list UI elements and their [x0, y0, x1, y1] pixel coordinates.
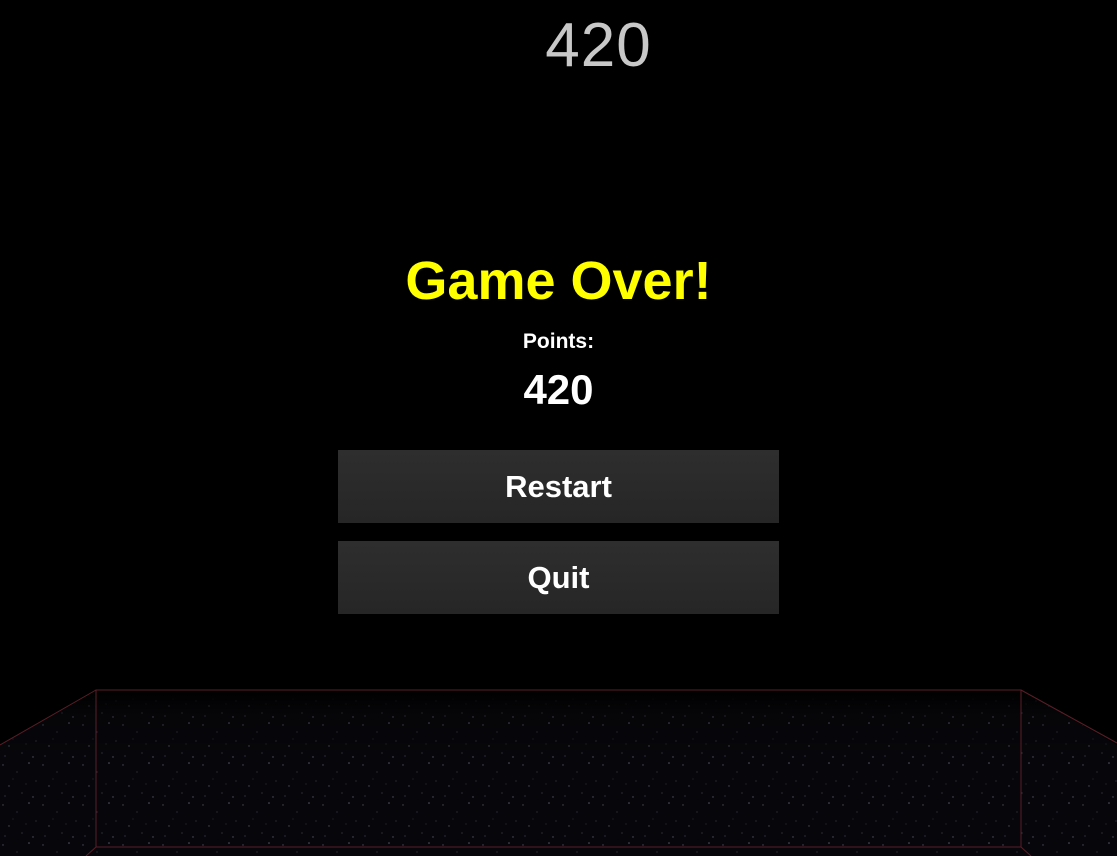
restart-button[interactable]: Restart	[338, 450, 779, 523]
points-value: 420	[523, 366, 594, 413]
points-label: Points:	[522, 330, 595, 353]
hud-score: 420	[545, 11, 652, 80]
game-over-title: Game Over!	[405, 251, 712, 311]
arena-floor	[0, 689, 1117, 856]
quit-button[interactable]: Quit	[338, 541, 779, 614]
game-screen: 420 Game Over! Points: 420 Restart Quit	[0, 0, 1117, 856]
